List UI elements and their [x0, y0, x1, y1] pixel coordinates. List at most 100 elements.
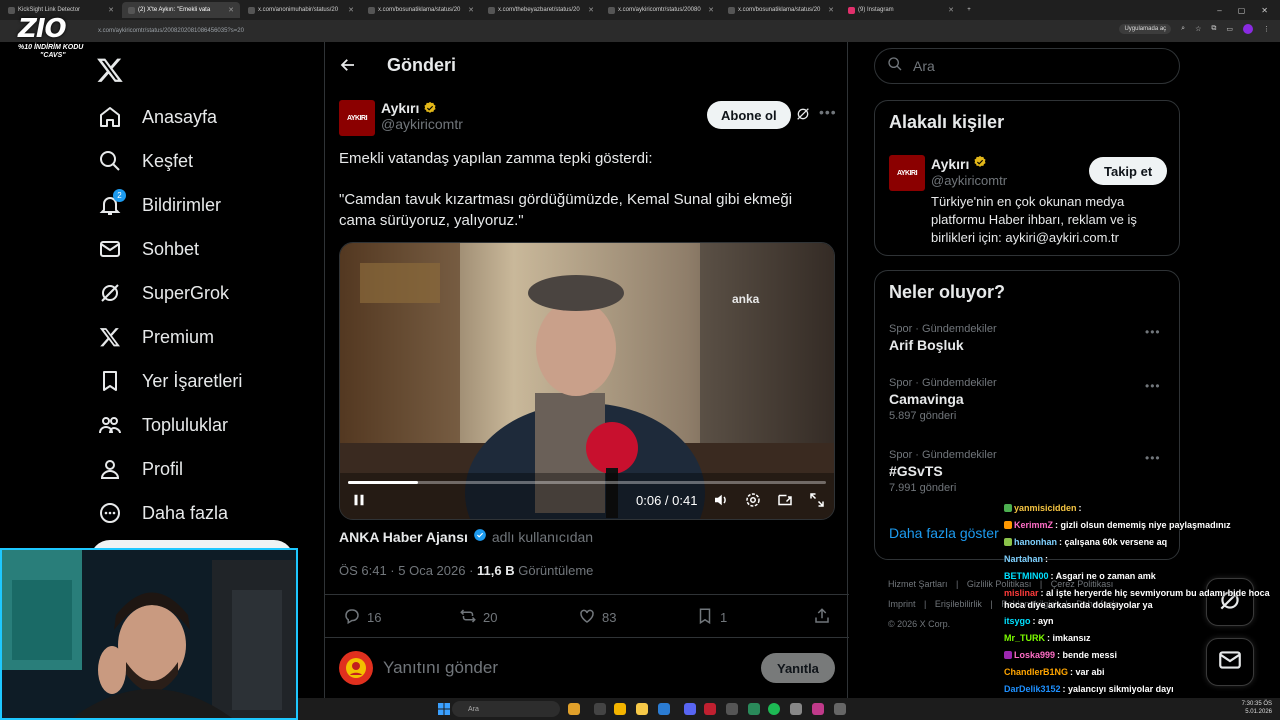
close-window-icon[interactable]: ✕: [1261, 6, 1268, 15]
nav-item-supergrok[interactable]: SuperGrok: [96, 278, 229, 308]
fullscreen-icon[interactable]: [808, 491, 826, 509]
more-options-icon[interactable]: •••: [819, 104, 837, 120]
tab-title: x.com/bosunatiklama/status/20: [738, 7, 821, 13]
widgets-icon[interactable]: [568, 703, 580, 715]
minimize-icon[interactable]: –: [1217, 6, 1221, 15]
trend-item[interactable]: Spor · Gündemdekiler #GSvTS 7.991 gönder…: [889, 449, 997, 494]
repost-action[interactable]: 20: [459, 607, 497, 628]
author-name[interactable]: Aykırı: [381, 100, 419, 116]
picture-in-picture-icon[interactable]: [776, 491, 794, 509]
video-attribution[interactable]: ANKA Haber Ajansı adlı kullanıcıdan: [339, 528, 593, 545]
reply-button[interactable]: Yanıtla: [761, 653, 835, 683]
browser-tab[interactable]: x.com/thebeyazbaret/status/20 ✕: [482, 2, 600, 18]
app-icon[interactable]: [748, 703, 760, 715]
tab-close-icon[interactable]: ✕: [708, 6, 714, 14]
tab-close-icon[interactable]: ✕: [468, 6, 474, 14]
video-player[interactable]: anka 0:06 / 0:41: [339, 242, 835, 520]
grok-icon[interactable]: [795, 106, 811, 127]
profile-avatar[interactable]: [1243, 24, 1253, 34]
related-name-row[interactable]: Aykırı: [931, 155, 987, 172]
browser-tab[interactable]: x.com/bosunatiklama/status/20 ✕: [362, 2, 480, 18]
reply-action[interactable]: 16: [343, 607, 381, 628]
app-icon[interactable]: [834, 703, 846, 715]
new-tab-button[interactable]: +: [962, 2, 976, 18]
trend-more-icon[interactable]: •••: [1145, 325, 1161, 339]
like-action[interactable]: 83: [578, 607, 616, 628]
url-text[interactable]: x.com/aykiricomtr/status/200820208108645…: [98, 28, 244, 34]
app-icon[interactable]: [812, 703, 824, 715]
author-avatar[interactable]: AYKIRI: [339, 100, 375, 136]
pause-icon[interactable]: [350, 491, 368, 509]
nav-item-explore[interactable]: Keşfet: [96, 146, 193, 176]
footer-link[interactable]: Hizmet Şartları: [888, 579, 948, 589]
bookmark-action[interactable]: 1: [696, 607, 727, 628]
nav-item-bookmarks[interactable]: Yer İşaretleri: [96, 366, 242, 396]
extensions-icon[interactable]: ⧉: [1211, 25, 1216, 33]
trend-item[interactable]: Spor · Gündemdekiler Arif Boşluk: [889, 323, 997, 353]
source-account-name[interactable]: ANKA Haber Ajansı: [339, 529, 468, 545]
app-icon[interactable]: [704, 703, 716, 715]
tab-close-icon[interactable]: ✕: [828, 6, 834, 14]
browser-tab[interactable]: x.com/aykiricomtr/status/20080 ✕: [602, 2, 720, 18]
windows-start-icon[interactable]: [438, 702, 450, 715]
nav-item-chat[interactable]: Sohbet: [96, 234, 199, 264]
webcam-image: [2, 550, 296, 718]
follow-button[interactable]: Takip et: [1089, 157, 1168, 185]
nav-item-communities[interactable]: Topluluklar: [96, 410, 228, 440]
x-logo-icon[interactable]: [96, 56, 124, 91]
nav-item-notifications[interactable]: 2 Bildirimler: [96, 189, 221, 220]
app-icon[interactable]: [790, 703, 802, 715]
taskbar-search[interactable]: Ara: [452, 701, 560, 717]
video-progress-bar[interactable]: [348, 481, 826, 484]
file-explorer-icon[interactable]: [636, 703, 648, 715]
star-icon[interactable]: ☆: [1195, 25, 1201, 33]
discord-icon[interactable]: [684, 703, 696, 715]
trend-item[interactable]: Spor · Gündemdekiler Camavinga 5.897 gön…: [889, 377, 997, 422]
volume-icon[interactable]: [712, 491, 730, 509]
share-action[interactable]: [813, 607, 831, 628]
browser-tab[interactable]: x.com/bosunatiklama/status/20 ✕: [722, 2, 840, 18]
tab-close-icon[interactable]: ✕: [948, 6, 954, 14]
browser-tab[interactable]: x.com/anonimuhabir/status/20 ✕: [242, 2, 360, 18]
post-timestamp[interactable]: ÖS 6:41 · 5 Oca 2026 ·: [339, 563, 473, 578]
maximize-icon[interactable]: ▢: [1238, 6, 1246, 15]
zoom-icon[interactable]: ⌕: [1181, 25, 1185, 33]
show-more-link[interactable]: Daha fazla göster: [889, 525, 999, 541]
tab-close-icon[interactable]: ✕: [108, 6, 114, 14]
browser-tab-active[interactable]: (2) X'te Aykırı: "Emekli vata ✕: [122, 2, 240, 18]
trend-more-icon[interactable]: •••: [1145, 379, 1161, 393]
footer-link[interactable]: Imprint: [888, 599, 916, 609]
author-name-row[interactable]: Aykırı: [381, 100, 463, 116]
related-avatar[interactable]: AYKIRI: [889, 155, 925, 191]
post-author[interactable]: AYKIRI Aykırı @aykiricomtr: [339, 100, 463, 136]
task-view-icon[interactable]: [594, 703, 606, 715]
open-in-app-button[interactable]: Uygulamada aç: [1119, 24, 1172, 34]
nav-item-more[interactable]: Daha fazla: [96, 498, 228, 528]
nav-item-premium[interactable]: Premium: [96, 322, 214, 352]
author-handle[interactable]: @aykiricomtr: [381, 116, 463, 132]
nav-item-home[interactable]: Anasayfa: [96, 102, 217, 132]
sidebar-toggle-icon[interactable]: ▭: [1226, 25, 1233, 33]
reply-input[interactable]: Yanıtını gönder: [383, 658, 498, 678]
footer-link[interactable]: Erişilebilirlik: [935, 599, 982, 609]
menu-kebab-icon[interactable]: ⋮: [1263, 25, 1270, 33]
subscribe-button[interactable]: Abone ol: [707, 101, 791, 129]
user-avatar[interactable]: [339, 651, 373, 685]
tab-close-icon[interactable]: ✕: [348, 6, 354, 14]
app-icon[interactable]: [726, 703, 738, 715]
browser-tab[interactable]: (9) Instagram ✕: [842, 2, 960, 18]
nav-item-profile[interactable]: Profil: [96, 454, 183, 484]
back-arrow-icon[interactable]: [339, 56, 361, 78]
chrome-icon[interactable]: [614, 703, 626, 715]
trend-more-icon[interactable]: •••: [1145, 451, 1161, 465]
app-icon[interactable]: [658, 703, 670, 715]
tab-close-icon[interactable]: ✕: [588, 6, 594, 14]
taskbar-clock[interactable]: 7:30:35 ÖS 5.01.2026: [1242, 700, 1272, 716]
tab-close-icon[interactable]: ✕: [228, 6, 234, 14]
related-handle[interactable]: @aykiricomtr: [931, 173, 1007, 188]
spotify-icon[interactable]: [768, 703, 780, 715]
settings-gear-icon[interactable]: [744, 491, 762, 509]
related-name[interactable]: Aykırı: [931, 156, 969, 172]
search-input[interactable]: Ara: [874, 48, 1180, 84]
address-bar[interactable]: x.com/aykiricomtr/status/200820208108645…: [0, 20, 1280, 42]
